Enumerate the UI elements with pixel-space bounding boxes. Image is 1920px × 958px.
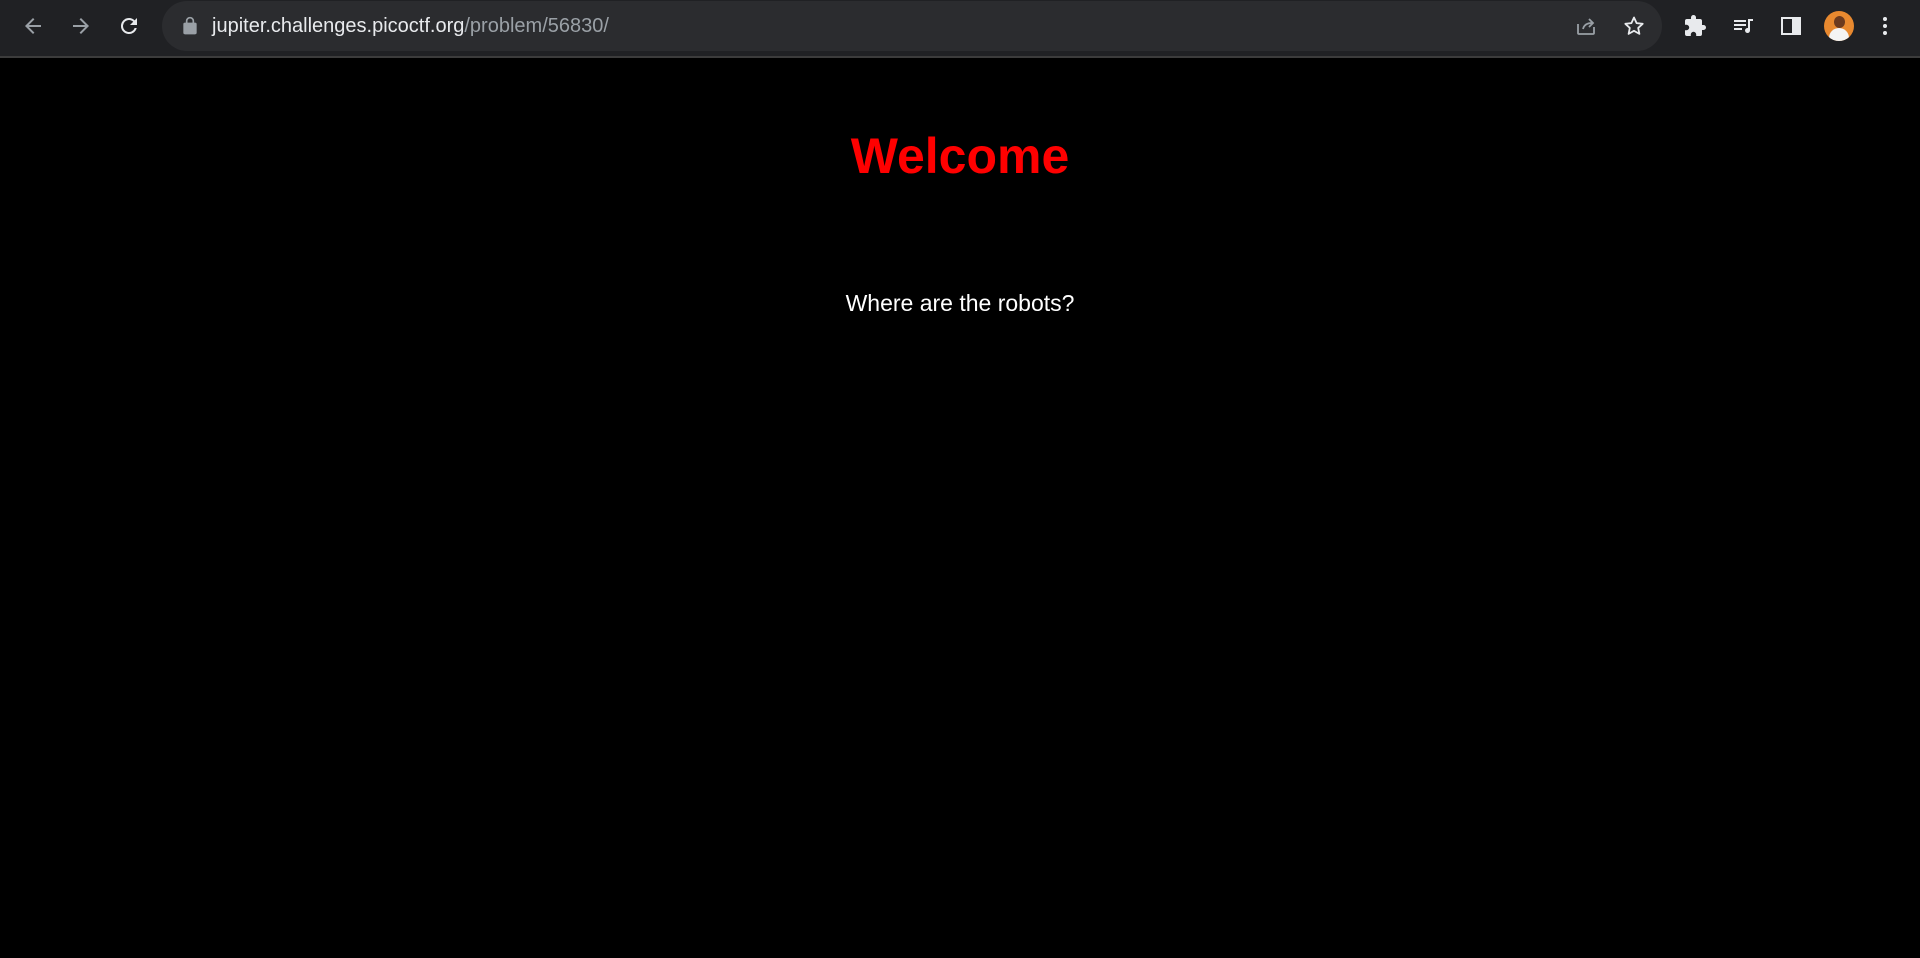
avatar-head xyxy=(1834,16,1845,28)
share-button[interactable] xyxy=(1569,9,1603,43)
url-text[interactable]: jupiter.challenges.picoctf.org/problem/5… xyxy=(212,13,609,39)
address-bar[interactable]: jupiter.challenges.picoctf.org/problem/5… xyxy=(162,1,1662,51)
url-path: /problem/56830/ xyxy=(464,15,609,37)
side-panel-button[interactable] xyxy=(1774,9,1808,43)
browser-toolbar: jupiter.challenges.picoctf.org/problem/5… xyxy=(0,0,1920,58)
share-icon xyxy=(1577,18,1595,35)
arrow-left-icon xyxy=(25,18,41,34)
forward-button[interactable] xyxy=(64,9,98,43)
browser-menu-button[interactable] xyxy=(1868,9,1902,43)
lock-icon xyxy=(183,16,197,35)
star-icon xyxy=(1624,16,1644,35)
back-button[interactable] xyxy=(16,9,50,43)
three-dots-vertical-icon xyxy=(1883,17,1887,35)
puzzle-piece-icon xyxy=(1685,15,1706,36)
page-content: Welcome Where are the robots? xyxy=(0,60,1920,958)
playlist-music-icon xyxy=(1734,19,1753,33)
url-host: jupiter.challenges.picoctf.org xyxy=(212,15,465,37)
reload-icon xyxy=(120,17,137,34)
media-control-button[interactable] xyxy=(1726,9,1760,43)
extensions-button[interactable] xyxy=(1678,9,1712,43)
page-heading: Welcome xyxy=(850,128,1070,184)
robots-prompt-text: Where are the robots? xyxy=(845,290,1075,316)
bookmark-button[interactable] xyxy=(1617,9,1651,43)
arrow-right-icon xyxy=(73,18,89,34)
avatar-body xyxy=(1829,28,1849,41)
profile-avatar[interactable] xyxy=(1824,11,1854,41)
reload-button[interactable] xyxy=(112,9,146,43)
side-panel-icon xyxy=(1781,17,1801,35)
